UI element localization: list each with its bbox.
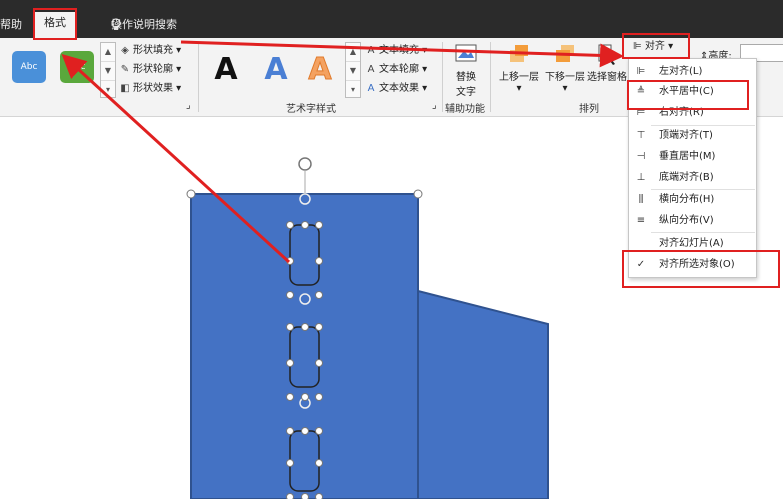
- divider: [490, 42, 491, 112]
- more-styles-icon[interactable]: ▾: [346, 81, 360, 99]
- annotation-box-align-button: [622, 33, 690, 59]
- rotate-handle-icon: [298, 157, 312, 171]
- more-styles-icon[interactable]: ▾: [101, 81, 115, 99]
- wordart-group-label: 艺术字样式: [286, 104, 336, 115]
- send-backward-icon: [553, 42, 577, 66]
- scroll-up-icon[interactable]: ▲: [101, 43, 115, 62]
- text-fill-button[interactable]: A 文本填充 ▾: [366, 41, 428, 56]
- selection-pane-button[interactable]: 选择窗格: [587, 42, 627, 83]
- tab-help[interactable]: 帮助: [0, 16, 22, 32]
- accessibility-group-label: 辅助功能: [445, 104, 485, 115]
- alt-text-icon: [454, 42, 478, 66]
- scroll-down-icon[interactable]: ▼: [346, 62, 360, 81]
- wordart-scroll[interactable]: ▲ ▼ ▾: [345, 42, 361, 98]
- send-backward-button[interactable]: 下移一层 ▾: [543, 42, 587, 94]
- annotation-box-format-tab: [33, 8, 77, 40]
- menu-item-distribute-vertical[interactable]: ≡ 纵向分布(V): [629, 210, 756, 231]
- menu-item-align-top[interactable]: ⊤ 顶端对齐(T): [629, 125, 756, 146]
- bring-forward-icon: [507, 42, 531, 66]
- distribute-vertical-icon: ≡: [636, 215, 646, 226]
- shape-style-blue[interactable]: Abc: [12, 51, 46, 83]
- pen-icon: ✎: [120, 64, 130, 75]
- shape-effects-button[interactable]: ◧ 形状效果 ▾: [120, 79, 181, 94]
- text-fill-icon: A: [367, 45, 375, 56]
- menu-item-align-middle[interactable]: ⊣ 垂直居中(M): [629, 146, 756, 167]
- align-top-icon: ⊤: [636, 130, 646, 141]
- title-bar: [0, 0, 783, 10]
- shape-style-green[interactable]: Abc: [60, 51, 94, 83]
- text-outline-icon: A: [367, 64, 375, 75]
- resize-handle: [186, 189, 196, 199]
- scroll-up-icon[interactable]: ▲: [346, 43, 360, 62]
- bring-forward-button[interactable]: 上移一层 ▾: [496, 42, 542, 94]
- align-bottom-icon: ⊥: [636, 172, 646, 183]
- menu-item-align-left[interactable]: ⊫ 左对齐(L): [629, 61, 756, 82]
- dialog-launcher-icon[interactable]: ⌟: [186, 100, 191, 111]
- menu-item-distribute-horizontal[interactable]: ⫼ 横向分布(H): [629, 189, 756, 210]
- shape-window-2: [289, 326, 320, 388]
- scroll-down-icon[interactable]: ▼: [101, 62, 115, 81]
- align-left-icon: ⊫: [636, 66, 646, 77]
- text-effects-button[interactable]: A 文本效果 ▾: [366, 79, 428, 94]
- distribute-horizontal-icon: ⫼: [638, 194, 644, 205]
- resize-handle: [413, 189, 423, 199]
- selection-pane-icon: [595, 42, 619, 66]
- wordart-style-orange[interactable]: A: [300, 50, 340, 90]
- dialog-launcher-icon[interactable]: ⌟: [432, 100, 437, 111]
- divider: [442, 42, 443, 112]
- shape-side-panel: [417, 289, 549, 500]
- shape-style-scroll[interactable]: ▲ ▼ ▾: [100, 42, 116, 98]
- text-outline-button[interactable]: A 文本轮廓 ▾: [366, 60, 428, 75]
- wordart-style-black[interactable]: A: [206, 50, 246, 90]
- menu-item-align-bottom[interactable]: ⊥ 底端对齐(B): [629, 167, 756, 188]
- shape-window-3: [289, 430, 320, 492]
- text-effects-icon: A: [367, 83, 375, 94]
- alt-text-button[interactable]: 替换 文字: [450, 42, 482, 98]
- shape-outline-button[interactable]: ✎ 形状轮廓 ▾: [120, 60, 181, 75]
- shape-fill-button[interactable]: ◈ 形状填充 ▾: [120, 41, 181, 56]
- effects-icon: ◧: [120, 83, 130, 94]
- tab-tell-me[interactable]: 操作说明搜索: [111, 16, 177, 32]
- divider: [198, 42, 199, 112]
- shape-window-1: [289, 224, 320, 286]
- wordart-style-blue[interactable]: A: [256, 50, 296, 90]
- paint-bucket-icon: ◈: [121, 45, 129, 56]
- arrange-group-label: 排列: [579, 104, 599, 115]
- annotation-box-align-selected: [622, 250, 780, 288]
- align-middle-icon: ⊣: [636, 151, 646, 162]
- annotation-box-align-center: [627, 80, 749, 110]
